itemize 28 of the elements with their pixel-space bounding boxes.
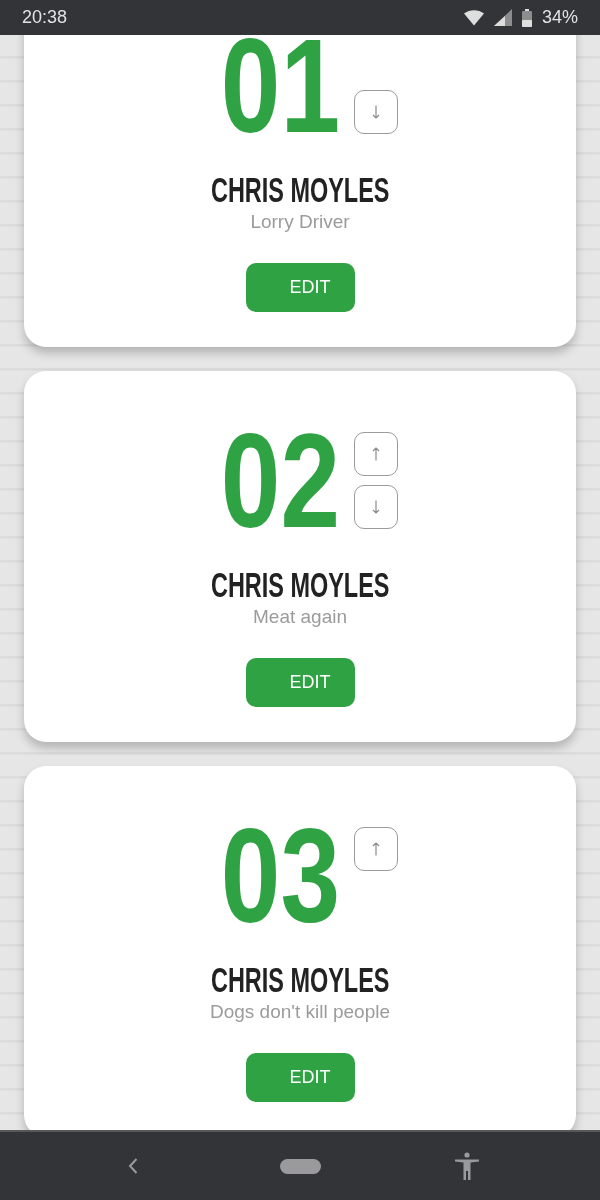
- status-time: 20:38: [22, 6, 68, 29]
- edit-button[interactable]: EDIT: [245, 658, 355, 707]
- move-up-button[interactable]: [354, 827, 398, 871]
- person-subtitle: Lorry Driver: [250, 210, 350, 234]
- rank-number: 01: [220, 37, 340, 135]
- move-up-button[interactable]: [354, 432, 398, 476]
- arrow-up-icon: [372, 842, 380, 856]
- edit-button[interactable]: EDIT: [245, 263, 355, 312]
- move-down-button[interactable]: [354, 90, 398, 134]
- person-subtitle: Meat again: [253, 605, 347, 629]
- person-name: CHRIS MOYLES: [210, 962, 390, 998]
- battery-percent: 34%: [541, 6, 578, 29]
- accessibility-icon[interactable]: [454, 1152, 479, 1180]
- home-icon[interactable]: [279, 1158, 321, 1174]
- back-icon[interactable]: [128, 1158, 139, 1174]
- person-subtitle: Dogs don't kill people: [210, 1000, 390, 1024]
- person-name: CHRIS MOYLES: [210, 567, 390, 603]
- move-down-button[interactable]: [354, 485, 398, 529]
- arrow-down-icon: [372, 105, 380, 119]
- person-name: CHRIS MOYLES: [210, 172, 390, 208]
- battery-icon: [521, 8, 532, 27]
- signal-icon: [493, 9, 512, 26]
- wifi-icon: [463, 9, 484, 26]
- arrow-up-icon: [372, 447, 380, 461]
- arrow-down-icon: [372, 500, 380, 514]
- rank-number: 02: [220, 432, 340, 530]
- rank-number: 03: [220, 827, 340, 925]
- edit-button[interactable]: EDIT: [245, 1053, 355, 1102]
